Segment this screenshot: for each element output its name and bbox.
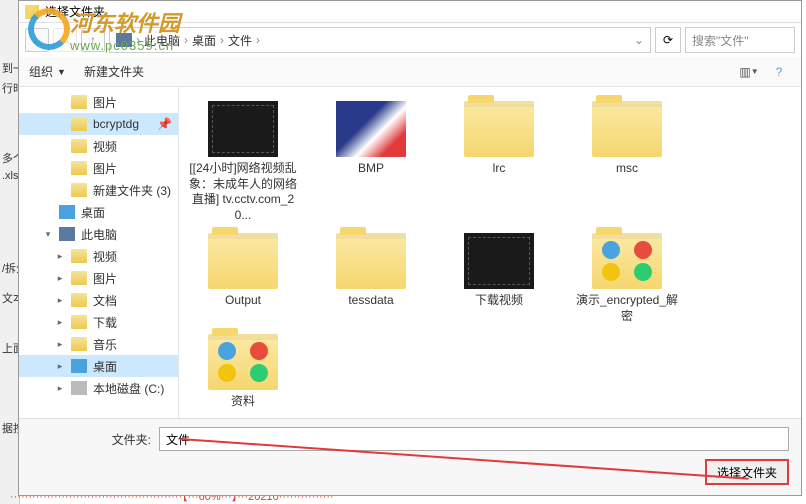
tree-item[interactable]: ▸本地磁盘 (C:)	[19, 377, 178, 399]
file-item[interactable]: 下载视频	[445, 233, 553, 324]
select-folder-button[interactable]: 选择文件夹	[705, 459, 789, 485]
new-folder-button[interactable]: 新建文件夹	[84, 63, 144, 80]
tree-item[interactable]: 图片	[19, 91, 178, 113]
breadcrumb[interactable]: › 此电脑 › 桌面 › 文件 › ⌄	[109, 27, 651, 53]
folder-icon	[25, 5, 39, 19]
tree-item[interactable]: ▾此电脑	[19, 223, 178, 245]
tree-item[interactable]: ▸图片	[19, 267, 178, 289]
organize-menu[interactable]: 组织 ▼	[29, 63, 66, 80]
toolbar: 组织 ▼ 新建文件夹 ▥ ▼ ?	[19, 57, 801, 87]
folder-name-input[interactable]	[159, 427, 789, 451]
file-item[interactable]: 资料	[189, 334, 297, 410]
forward-button[interactable]: →	[53, 28, 77, 52]
tree-item[interactable]: ▸音乐	[19, 333, 178, 355]
pc-icon	[116, 33, 132, 47]
crumb-1[interactable]: 桌面	[192, 32, 216, 49]
file-dialog: 选择文件夹 ← → ↑ › 此电脑 › 桌面 › 文件 › ⌄ ⟳ 搜索"文件"…	[18, 0, 802, 496]
file-item[interactable]: msc	[573, 101, 681, 223]
tree-item[interactable]: ▸文档	[19, 289, 178, 311]
file-item[interactable]: lrc	[445, 101, 553, 223]
titlebar: 选择文件夹	[19, 1, 801, 23]
tree-item[interactable]: 图片	[19, 157, 178, 179]
dialog-title: 选择文件夹	[45, 3, 105, 20]
folder-tree[interactable]: 图片bcryptdg📌视频图片新建文件夹 (3)桌面▾此电脑▸视频▸图片▸文档▸…	[19, 87, 179, 418]
tree-item[interactable]: ▸下载	[19, 311, 178, 333]
up-button[interactable]: ↑	[81, 28, 105, 52]
tree-item[interactable]: 桌面	[19, 201, 178, 223]
bg-text: .xls	[2, 170, 19, 182]
folder-field-label: 文件夹:	[31, 431, 151, 448]
file-item[interactable]: [[24小时]网络视频乱象：未成年人的网络直播] tv.cctv.com_20.…	[189, 101, 297, 223]
tree-item[interactable]: 视频	[19, 135, 178, 157]
file-item[interactable]: BMP	[317, 101, 425, 223]
dialog-footer: 文件夹: 选择文件夹	[19, 418, 801, 495]
file-item[interactable]: Output	[189, 233, 297, 324]
file-item[interactable]: 演示_encrypted_解密	[573, 233, 681, 324]
help-button[interactable]: ?	[767, 61, 791, 83]
file-list[interactable]: [[24小时]网络视频乱象：未成年人的网络直播] tv.cctv.com_20.…	[179, 87, 801, 418]
view-button[interactable]: ▥ ▼	[737, 61, 761, 83]
address-bar: ← → ↑ › 此电脑 › 桌面 › 文件 › ⌄ ⟳ 搜索"文件"	[19, 23, 801, 57]
tree-item[interactable]: 新建文件夹 (3)	[19, 179, 178, 201]
crumb-root[interactable]: 此电脑	[144, 32, 180, 49]
refresh-button[interactable]: ⟳	[655, 27, 681, 53]
file-item[interactable]: tessdata	[317, 233, 425, 324]
chevron-down-icon[interactable]: ⌄	[634, 33, 644, 47]
crumb-2[interactable]: 文件	[228, 32, 252, 49]
tree-item[interactable]: ▸桌面	[19, 355, 178, 377]
back-button[interactable]: ←	[25, 28, 49, 52]
search-input[interactable]: 搜索"文件"	[685, 27, 795, 53]
tree-item[interactable]: bcryptdg📌	[19, 113, 178, 135]
tree-item[interactable]: ▸视频	[19, 245, 178, 267]
